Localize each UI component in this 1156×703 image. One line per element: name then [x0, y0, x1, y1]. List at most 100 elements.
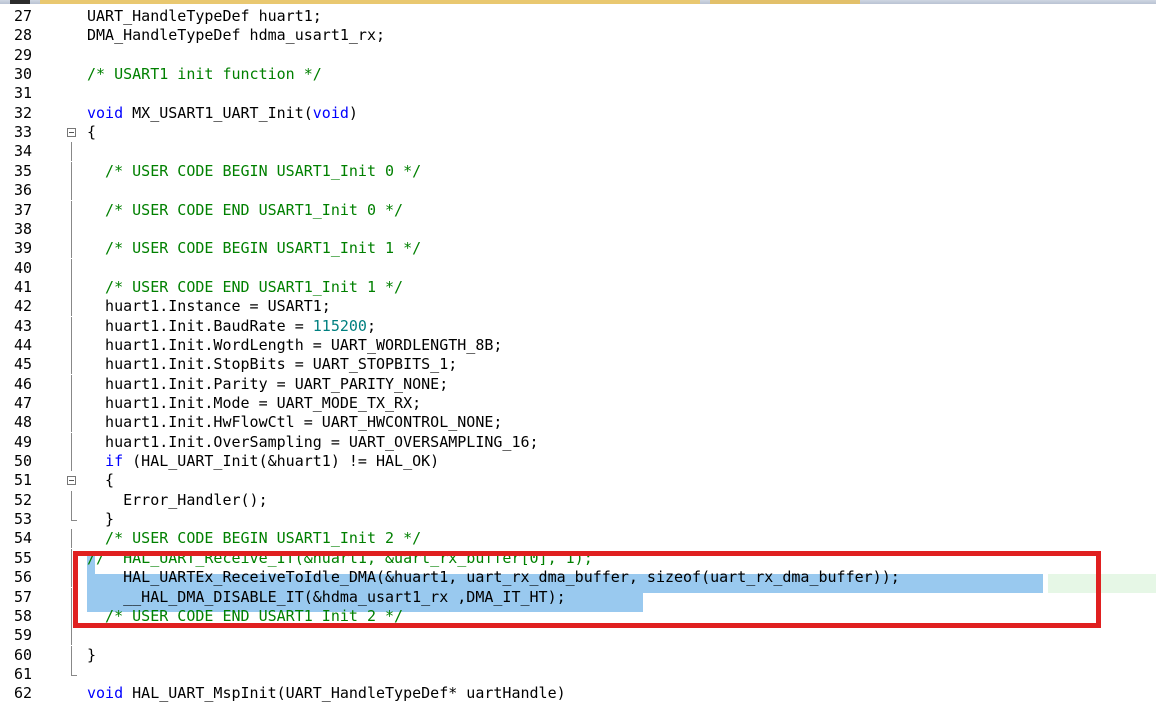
code-text[interactable]: UART_HandleTypeDef huart1;: [87, 7, 322, 26]
code-line[interactable]: 49 huart1.Init.OverSampling = UART_OVERS…: [0, 432, 1156, 452]
code-text[interactable]: void HAL_UART_MspInit(UART_HandleTypeDef…: [87, 684, 566, 703]
code-token: {: [87, 471, 115, 490]
code-line[interactable]: 46 huart1.Init.Parity = UART_PARITY_NONE…: [0, 374, 1156, 394]
code-text[interactable]: huart1.Init.BaudRate = 115200;: [87, 317, 376, 336]
code-line[interactable]: 39 /* USER CODE BEGIN USART1_Init 1 */: [0, 239, 1156, 259]
code-text[interactable]: /* USART1 init function */: [87, 65, 322, 84]
line-number: 61: [14, 664, 33, 683]
code-line[interactable]: 45 huart1.Init.StopBits = UART_STOPBITS_…: [0, 355, 1156, 375]
code-line[interactable]: 41 /* USER CODE END USART1_Init 1 */: [0, 277, 1156, 297]
code-text[interactable]: /* USER CODE BEGIN USART1_Init 1 */: [87, 239, 421, 258]
code-token: huart1.Init.Parity = UART_PARITY_NONE;: [87, 374, 449, 393]
code-line[interactable]: 61: [0, 664, 1156, 684]
code-text[interactable]: huart1.Init.WordLength = UART_WORDLENGTH…: [87, 336, 502, 355]
code-text[interactable]: {: [87, 471, 114, 490]
code-line[interactable]: 37 /* USER CODE END USART1_Init 0 */: [0, 200, 1156, 220]
code-line[interactable]: 59: [0, 626, 1156, 646]
code-text[interactable]: /* USER CODE BEGIN USART1_Init 2 */: [87, 529, 421, 548]
fold-line-marker: [67, 645, 77, 665]
line-number: 32: [14, 103, 33, 122]
code-text[interactable]: huart1.Init.Parity = UART_PARITY_NONE;: [87, 375, 448, 394]
fold-line-marker: [67, 626, 77, 646]
code-line[interactable]: 43 huart1.Init.BaudRate = 115200;: [0, 316, 1156, 336]
code-token: HAL_UART_MspInit(UART_HandleTypeDef* uar…: [123, 684, 566, 703]
fold-line-marker: [67, 142, 77, 162]
code-text[interactable]: huart1.Init.HwFlowCtl = UART_HWCONTROL_N…: [87, 413, 502, 432]
code-line[interactable]: 52 Error_Handler();: [0, 490, 1156, 510]
code-line[interactable]: 54 /* USER CODE BEGIN USART1_Init 2 */: [0, 529, 1156, 549]
line-number: 49: [14, 432, 33, 451]
code-token: huart1.Init.OverSampling = UART_OVERSAMP…: [87, 432, 539, 451]
code-line[interactable]: 34: [0, 142, 1156, 162]
code-line[interactable]: 31: [0, 84, 1156, 103]
code-line[interactable]: 29: [0, 46, 1156, 65]
code-line[interactable]: 28 DMA_HandleTypeDef hdma_usart1_rx;: [0, 26, 1156, 45]
code-text[interactable]: huart1.Init.StopBits = UART_STOPBITS_1;: [87, 355, 457, 374]
fold-line-marker: [67, 413, 77, 433]
code-line[interactable]: 33 {: [0, 123, 1156, 142]
code-line[interactable]: 48 huart1.Init.HwFlowCtl = UART_HWCONTRO…: [0, 413, 1156, 433]
fold-gutter-empty: [67, 46, 77, 65]
code-token: UART_HandleTypeDef huart1;: [87, 7, 322, 25]
code-line[interactable]: 51 {: [0, 471, 1156, 490]
code-text[interactable]: DMA_HandleTypeDef hdma_usart1_rx;: [87, 26, 385, 45]
line-number: 48: [14, 413, 33, 432]
line-number: 27: [14, 7, 33, 25]
code-line[interactable]: 30 /* USART1 init function */: [0, 65, 1156, 84]
line-number: 31: [14, 84, 33, 103]
fold-line-marker: [67, 258, 77, 278]
comment-token: /* USER CODE END USART1_Init 0 */: [87, 200, 404, 219]
code-text[interactable]: huart1.Init.Mode = UART_MODE_TX_RX;: [87, 394, 421, 413]
fold-line-marker: [67, 490, 77, 510]
code-line[interactable]: 38: [0, 219, 1156, 239]
code-text[interactable]: /* USER CODE END USART1_Init 1 */: [87, 278, 403, 297]
code-token: (HAL_UART_Init(&huart1) != HAL_OK): [123, 452, 440, 471]
code-line[interactable]: 53 }: [0, 510, 1156, 529]
code-token: Error_Handler();: [87, 490, 268, 509]
fold-end-marker: [67, 510, 77, 529]
code-line[interactable]: 60}: [0, 645, 1156, 665]
line-number: 51: [14, 471, 33, 490]
code-line[interactable]: 44 huart1.Init.WordLength = UART_WORDLEN…: [0, 335, 1156, 355]
code-text[interactable]: huart1.Instance = USART1;: [87, 297, 331, 316]
line-number: 37: [14, 200, 33, 219]
code-line[interactable]: 32 void MX_USART1_UART_Init(void): [0, 104, 1156, 123]
code-line[interactable]: 50 if (HAL_UART_Init(&huart1) != HAL_OK): [0, 452, 1156, 472]
code-line[interactable]: 27 UART_HandleTypeDef huart1;: [0, 7, 1156, 26]
fold-gutter-empty: [67, 104, 77, 123]
line-number: 59: [14, 626, 33, 645]
code-text[interactable]: /* USER CODE END USART1_Init 0 */: [87, 201, 403, 220]
line-number: 52: [14, 490, 33, 509]
code-text[interactable]: }: [87, 646, 96, 665]
code-text[interactable]: /* USER CODE BEGIN USART1_Init 0 */: [87, 162, 421, 181]
line-number: 41: [14, 277, 33, 296]
code-line[interactable]: 35 /* USER CODE BEGIN USART1_Init 0 */: [0, 161, 1156, 181]
code-text[interactable]: void MX_USART1_UART_Init(void): [87, 104, 358, 123]
code-line[interactable]: 36: [0, 181, 1156, 201]
line-number: 38: [14, 219, 33, 238]
line-number: 55: [14, 548, 33, 567]
annotation-highlight-box: [73, 551, 1101, 628]
fold-toggle-icon[interactable]: [67, 123, 77, 142]
line-number: 28: [14, 26, 33, 45]
line-number: 43: [14, 316, 33, 335]
code-token: }: [87, 645, 97, 664]
code-line[interactable]: 40: [0, 258, 1156, 278]
line-number: 58: [14, 606, 33, 625]
fold-line-marker: [67, 277, 77, 297]
code-line[interactable]: 47 huart1.Init.Mode = UART_MODE_TX_RX;: [0, 394, 1156, 413]
code-token: }: [87, 510, 115, 529]
keyword-token: void: [87, 103, 124, 122]
code-text[interactable]: Error_Handler();: [87, 491, 268, 510]
comment-token: /* USER CODE BEGIN USART1_Init 2 */: [87, 529, 422, 548]
fold-end-marker: [67, 664, 77, 684]
code-text[interactable]: {: [87, 123, 96, 142]
code-text[interactable]: }: [87, 510, 114, 529]
fold-toggle-icon[interactable]: [67, 471, 77, 490]
code-token: huart1.Init.BaudRate =: [87, 316, 313, 335]
code-line[interactable]: 42 huart1.Instance = USART1;: [0, 297, 1156, 317]
line-number: 36: [14, 181, 33, 200]
code-text[interactable]: huart1.Init.OverSampling = UART_OVERSAMP…: [87, 433, 539, 452]
code-text[interactable]: if (HAL_UART_Init(&huart1) != HAL_OK): [87, 452, 439, 471]
code-line[interactable]: 62 void HAL_UART_MspInit(UART_HandleTypeD…: [0, 684, 1156, 703]
